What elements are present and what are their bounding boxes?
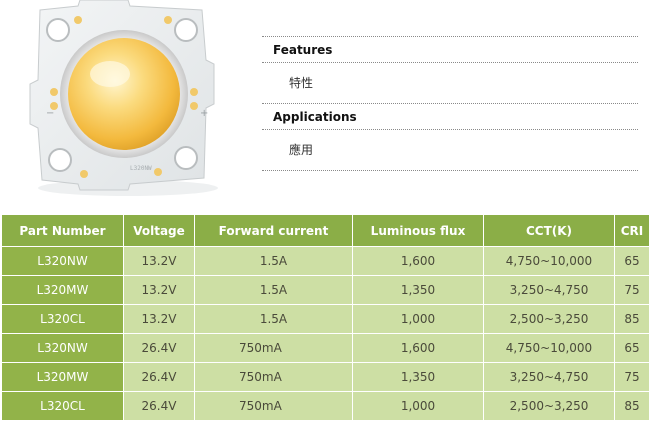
table-row: L320CL 26.4V 750mA 1,000 2,500~3,250 85 — [2, 392, 649, 421]
cell-cct: 3,250~4,750 — [484, 276, 614, 305]
cell-forward-current: 1.5A — [195, 247, 352, 276]
cell-forward-current: 1.5A — [195, 305, 352, 334]
cell-cct: 4,750~10,000 — [484, 247, 614, 276]
table-row: L320MW 13.2V 1.5A 1,350 3,250~4,750 75 — [2, 276, 649, 305]
table-row: L320NW 26.4V 750mA 1,600 4,750~10,000 65 — [2, 334, 649, 363]
header-cct: CCT(K) — [484, 215, 614, 247]
table-row: L320MW 26.4V 750mA 1,350 3,250~4,750 75 — [2, 363, 649, 392]
header-part-number: Part Number — [2, 215, 123, 247]
cell-part-number: L320NW — [2, 334, 123, 363]
header-luminous-flux: Luminous flux — [353, 215, 483, 247]
cell-part-number: L320CL — [2, 392, 123, 421]
cell-cri: 75 — [615, 276, 649, 305]
info-panel: Features 特性 Applications 應用 — [262, 36, 638, 171]
cell-voltage: 26.4V — [124, 334, 194, 363]
cell-cct: 2,500~3,250 — [484, 392, 614, 421]
header-voltage: Voltage — [124, 215, 194, 247]
cell-part-number: L320NW — [2, 247, 123, 276]
cell-cct: 3,250~4,750 — [484, 363, 614, 392]
cell-luminous-flux: 1,000 — [353, 392, 483, 421]
cell-cct: 2,500~3,250 — [484, 305, 614, 334]
divider — [262, 170, 638, 171]
cell-forward-current: 750mA — [195, 392, 352, 421]
svg-text:+: + — [200, 108, 208, 119]
cell-cri: 65 — [615, 247, 649, 276]
cell-luminous-flux: 1,350 — [353, 363, 483, 392]
cell-luminous-flux: 1,600 — [353, 247, 483, 276]
table-header-row: Part Number Voltage Forward current Lumi… — [2, 215, 649, 247]
cell-part-number: L320MW — [2, 363, 123, 392]
board-marking: L320NW — [130, 165, 152, 172]
cell-voltage: 13.2V — [124, 247, 194, 276]
cell-voltage: 26.4V — [124, 363, 194, 392]
product-overview: − + L320NW Features 特性 Applications 應用 — [0, 0, 658, 208]
table-row: L320CL 13.2V 1.5A 1,000 2,500~3,250 85 — [2, 305, 649, 334]
cell-cri: 65 — [615, 334, 649, 363]
cell-forward-current: 750mA — [195, 363, 352, 392]
cell-cri: 85 — [615, 305, 649, 334]
cell-voltage: 26.4V — [124, 392, 194, 421]
features-title: Features — [273, 43, 333, 57]
cell-luminous-flux: 1,000 — [353, 305, 483, 334]
cell-luminous-flux: 1,350 — [353, 276, 483, 305]
applications-body: 應用 — [289, 143, 314, 157]
cell-part-number: L320CL — [2, 305, 123, 334]
cell-luminous-flux: 1,600 — [353, 334, 483, 363]
cell-voltage: 13.2V — [124, 305, 194, 334]
led-module-image: − + L320NW — [29, 0, 218, 196]
header-cri: CRI — [615, 215, 649, 247]
features-body: 特性 — [289, 76, 314, 90]
cell-voltage: 13.2V — [124, 276, 194, 305]
header-forward-current: Forward current — [195, 215, 352, 247]
cell-cri: 75 — [615, 363, 649, 392]
svg-text:−: − — [46, 108, 54, 119]
applications-title: Applications — [273, 110, 357, 124]
cell-part-number: L320MW — [2, 276, 123, 305]
spec-table: Part Number Voltage Forward current Lumi… — [1, 215, 650, 421]
table-row: L320NW 13.2V 1.5A 1,600 4,750~10,000 65 — [2, 247, 649, 276]
cell-cct: 4,750~10,000 — [484, 334, 614, 363]
cell-cri: 85 — [615, 392, 649, 421]
cell-forward-current: 1.5A — [195, 276, 352, 305]
cell-forward-current: 750mA — [195, 334, 352, 363]
